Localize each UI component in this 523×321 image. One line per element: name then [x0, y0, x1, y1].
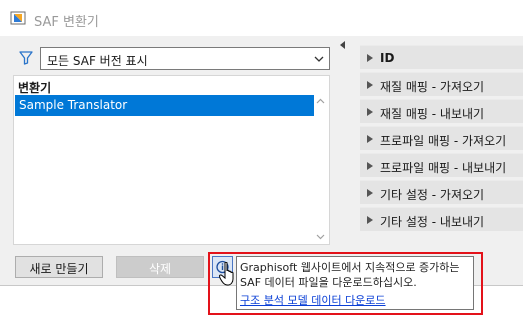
panel-label: 기타 설정 - 내보내기: [380, 215, 485, 229]
expand-arrow-icon: [367, 108, 373, 116]
download-data-link[interactable]: 구조 분석 모델 데이터 다운로드: [240, 292, 386, 308]
translator-list[interactable]: 변환기 Sample Translator: [13, 75, 330, 245]
window-title: SAF 변환기: [34, 15, 99, 30]
panel-label: 재질 매핑 - 가져오기: [380, 80, 485, 94]
expand-arrow-icon: [367, 189, 373, 197]
chevron-down-icon: [314, 56, 324, 62]
download-tooltip: Graphisoft 웹사이트에서 지속적으로 증가하는 SAF 데이터 파일을…: [236, 256, 474, 310]
panel-material-import[interactable]: 재질 매핑 - 가져오기: [360, 72, 523, 96]
panel-label: 재질 매핑 - 내보내기: [380, 107, 485, 121]
filter-icon: [19, 51, 33, 65]
tooltip-text: Graphisoft 웹사이트에서 지속적으로 증가하는 SAF 데이터 파일을…: [240, 261, 460, 289]
version-filter-select[interactable]: 모든 SAF 버전 표시: [40, 47, 330, 70]
list-item-label: Sample Translator: [19, 98, 128, 112]
delete-button-label: 삭제: [148, 262, 172, 276]
panel-other-export[interactable]: 기타 설정 - 내보내기: [360, 207, 523, 231]
expand-arrow-icon: [367, 216, 373, 224]
panel-id[interactable]: ID: [360, 45, 523, 69]
expand-arrow-icon: [367, 81, 373, 89]
list-header: 변환기: [18, 81, 52, 95]
title-bar: SAF 변환기: [0, 0, 523, 36]
collapse-arrow-icon[interactable]: [339, 41, 347, 49]
mouse-cursor-icon: [219, 262, 234, 286]
app-icon: [10, 11, 26, 25]
saf-translator-window: SAF 변환기 모든 SAF 버전 표시 변환기 Sample Translat…: [0, 0, 523, 286]
panel-label: ID: [380, 51, 395, 65]
new-button-label: 새로 만들기: [29, 262, 89, 276]
panel-label: 기타 설정 - 가져오기: [380, 188, 485, 202]
expand-arrow-icon: [367, 135, 373, 143]
version-filter-value: 모든 SAF 버전 표시: [47, 54, 148, 68]
panel-material-export[interactable]: 재질 매핑 - 내보내기: [360, 99, 523, 123]
list-item[interactable]: Sample Translator: [15, 95, 314, 116]
expand-arrow-icon: [367, 162, 373, 170]
delete-button[interactable]: 삭제: [116, 256, 204, 278]
new-button[interactable]: 새로 만들기: [15, 256, 103, 278]
scroll-down-icon[interactable]: [316, 232, 325, 241]
panel-profile-export[interactable]: 프로파일 매핑 - 내보내기: [360, 153, 523, 177]
panel-other-import[interactable]: 기타 설정 - 가져오기: [360, 180, 523, 204]
scroll-up-icon[interactable]: [316, 97, 325, 106]
list-scrollbar[interactable]: [313, 77, 328, 243]
panel-profile-import[interactable]: 프로파일 매핑 - 가져오기: [360, 126, 523, 150]
panel-label: 프로파일 매핑 - 내보내기: [380, 161, 507, 175]
expand-arrow-icon: [367, 54, 373, 62]
panel-label: 프로파일 매핑 - 가져오기: [380, 134, 507, 148]
